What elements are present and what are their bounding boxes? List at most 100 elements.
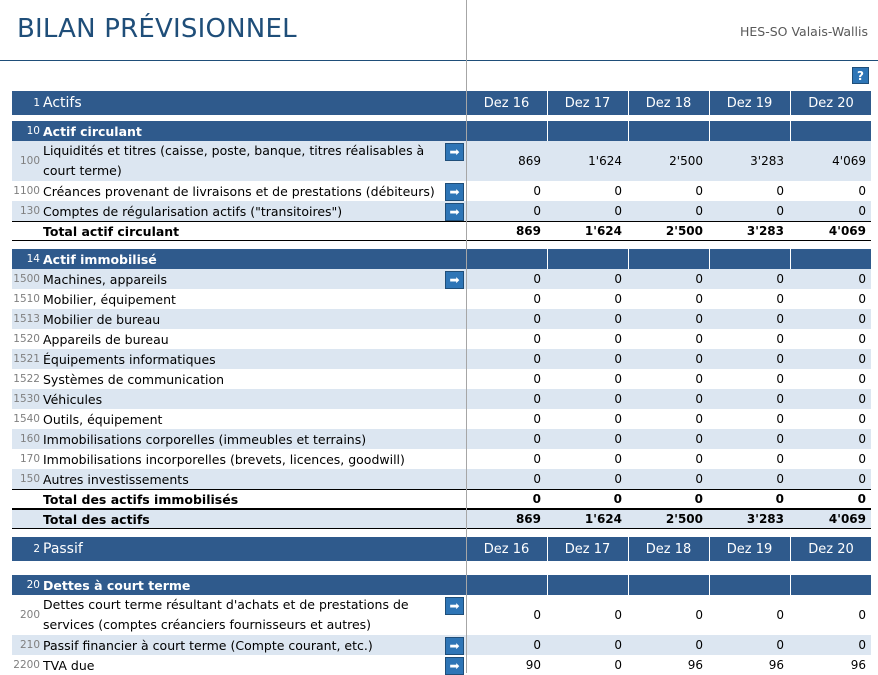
value-cell: 3'283 (746, 512, 784, 526)
value-cell: 0 (776, 352, 784, 366)
account-code: 1513 (13, 313, 40, 325)
value-cell: 2'500 (665, 224, 703, 238)
account-label: Actifs (43, 95, 82, 111)
arrow-right-icon[interactable]: ➡ (445, 183, 464, 201)
value-cell: 0 (858, 432, 866, 446)
column-header-dez-19: Dez 19 (709, 91, 789, 115)
value-cell: 0 (614, 638, 622, 652)
value-cell: 0 (695, 392, 703, 406)
account-row: 2200 TVA due ➡ 90 0 96 96 96 (12, 655, 871, 675)
value-cell: 96 (768, 658, 784, 672)
value-cell: 0 (776, 184, 784, 198)
row-spacer (12, 529, 871, 537)
value-cell: 0 (858, 312, 866, 326)
account-label: Appareils de bureau (43, 331, 169, 347)
account-code (12, 222, 43, 240)
value-cell: 2'500 (669, 154, 703, 168)
value-cell: 869 (518, 154, 541, 168)
value-cell: 0 (614, 472, 622, 486)
arrow-right-icon[interactable]: ➡ (445, 203, 464, 221)
account-row: 150 Autres investissements 0 0 0 0 0 (12, 469, 871, 489)
account-row: 1540 Outils, équipement 0 0 0 0 0 (12, 409, 871, 429)
row-spacer (12, 241, 871, 249)
value-cell: 0 (776, 272, 784, 286)
group-header-cell (547, 249, 627, 269)
value-cell: 0 (614, 184, 622, 198)
group-header-cell (709, 121, 789, 141)
value-cell: 0 (858, 472, 866, 486)
arrow-right-icon[interactable]: ➡ (445, 143, 464, 161)
account-row: 1522 Systèmes de communication 0 0 0 0 0 (12, 369, 871, 389)
value-cell: 2'500 (665, 512, 703, 526)
help-button[interactable]: ? (852, 67, 869, 84)
account-label: Véhicules (43, 391, 103, 407)
value-cell: 1'624 (584, 224, 622, 238)
column-header-dez-20: Dez 20 (790, 537, 871, 561)
value-cell: 0 (695, 472, 703, 486)
value-cell: 0 (776, 292, 784, 306)
account-label: Équipements informatiques (43, 351, 216, 367)
value-cell: 0 (858, 372, 866, 386)
value-cell: 0 (695, 412, 703, 426)
value-cell: 0 (776, 432, 784, 446)
value-cell: 0 (614, 658, 622, 672)
value-cell: 1'624 (584, 512, 622, 526)
account-code: 1530 (13, 393, 40, 405)
account-label: Actif immobilisé (43, 251, 157, 267)
arrow-right-icon[interactable]: ➡ (445, 597, 464, 615)
frozen-pane-divider (466, 0, 467, 673)
account-code: 1 (33, 97, 40, 109)
account-code: 14 (26, 253, 40, 265)
account-row: 130 Comptes de régularisation actifs ("tr… (12, 201, 871, 221)
group-header-cell (547, 575, 627, 595)
account-label: Comptes de régularisation actifs ("trans… (43, 203, 343, 219)
value-cell: 90 (525, 658, 541, 672)
account-row: 160 Immobilisations corporelles (immeuble… (12, 429, 871, 449)
account-label: Créances provenant de livraisons et de p… (43, 183, 435, 199)
value-cell: 0 (858, 638, 866, 652)
account-code: 160 (19, 433, 40, 445)
value-cell: 0 (533, 272, 541, 286)
account-row: 200 Dettes court terme résultant d'achats… (12, 595, 871, 635)
value-cell: 4'069 (832, 154, 866, 168)
value-cell: 0 (858, 204, 866, 218)
value-cell: 0 (614, 452, 622, 466)
group-header: 14 Actif immobilisé (12, 249, 871, 269)
header-divider (0, 60, 878, 61)
account-code: 100 (19, 155, 40, 167)
group-header-cell (709, 249, 789, 269)
total-row: Total des actifs 869 1'624 2'500 3'283 4'069 (12, 509, 871, 529)
value-cell: 0 (614, 352, 622, 366)
account-label: Autres investissements (43, 471, 189, 487)
value-cell: 0 (858, 184, 866, 198)
account-label: Outils, équipement (43, 411, 163, 427)
arrow-right-icon[interactable]: ➡ (445, 637, 464, 655)
account-label: Total actif circulant (43, 223, 180, 239)
value-cell: 0 (533, 312, 541, 326)
value-cell: 0 (614, 332, 622, 346)
value-cell: 0 (533, 292, 541, 306)
account-code: 1522 (13, 373, 40, 385)
value-cell: 0 (533, 332, 541, 346)
account-label: Total des actifs (43, 511, 150, 527)
value-cell: 0 (695, 638, 703, 652)
account-code: 1500 (13, 273, 40, 285)
column-header-dez-20: Dez 20 (790, 91, 871, 115)
account-code: 1510 (13, 293, 40, 305)
account-code: 210 (19, 639, 40, 651)
account-label: Passif (43, 541, 83, 557)
group-header-cell (466, 249, 546, 269)
group-header: 10 Actif circulant (12, 121, 871, 141)
value-cell: 0 (533, 638, 541, 652)
group-header-cell (466, 121, 546, 141)
arrow-right-icon[interactable]: ➡ (445, 657, 464, 675)
value-cell: 0 (776, 312, 784, 326)
value-cell: 0 (614, 204, 622, 218)
group-header-cell (790, 121, 871, 141)
account-code: 2200 (13, 659, 40, 671)
arrow-right-icon[interactable]: ➡ (445, 271, 464, 289)
account-label: TVA due (43, 657, 95, 673)
account-code: 1100 (13, 185, 40, 197)
value-cell: 0 (776, 204, 784, 218)
group-header-cell (709, 575, 789, 595)
